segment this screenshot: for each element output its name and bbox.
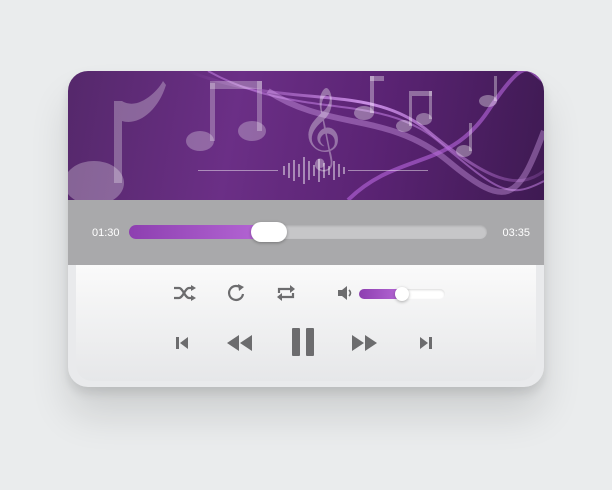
repeat-button[interactable] — [275, 282, 297, 304]
seek-bar-thumb[interactable] — [250, 222, 287, 242]
rewind-button[interactable] — [224, 331, 254, 355]
repeat-icon — [277, 285, 295, 301]
music-player: 𝄞 01:30 03:35 — [68, 71, 544, 387]
seek-bar[interactable] — [129, 222, 487, 242]
pause-button[interactable] — [290, 325, 316, 359]
volume-slider[interactable] — [359, 287, 445, 301]
rewind-icon — [227, 335, 252, 351]
pause-icon — [292, 328, 314, 356]
volume-icon — [338, 286, 352, 300]
skip-next-icon — [420, 337, 432, 349]
shuffle-button[interactable] — [172, 282, 198, 304]
seek-bar-fill — [129, 225, 269, 239]
svg-text:𝄞: 𝄞 — [300, 86, 341, 171]
replay-icon — [228, 284, 245, 301]
shuffle-icon — [174, 285, 196, 301]
playback-controls — [76, 265, 536, 381]
album-artwork: 𝄞 — [68, 71, 544, 200]
volume-button[interactable] — [336, 284, 354, 302]
fast-forward-icon — [352, 335, 377, 351]
skip-previous-button-area[interactable] — [172, 333, 192, 353]
total-time: 03:35 — [502, 227, 530, 239]
progress-section: 01:30 03:35 — [68, 200, 544, 265]
elapsed-time: 01:30 — [92, 227, 120, 239]
volume-slider-thumb[interactable] — [395, 287, 409, 301]
skip-previous-icon — [176, 337, 188, 349]
replay-button[interactable] — [225, 282, 247, 304]
skip-next-button[interactable] — [416, 333, 436, 353]
fast-forward-button[interactable] — [350, 331, 380, 355]
